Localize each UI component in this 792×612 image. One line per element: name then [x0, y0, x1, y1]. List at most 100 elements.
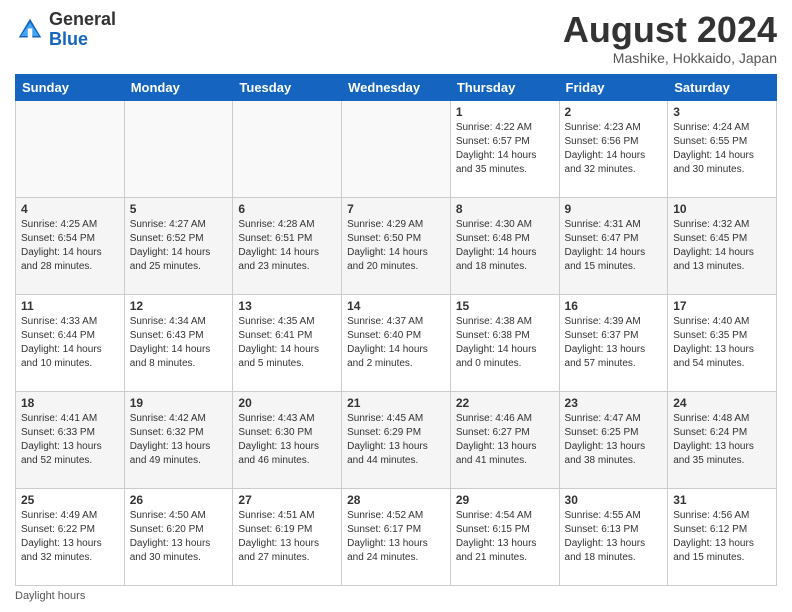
day-number: 12	[130, 299, 228, 313]
day-info: Sunrise: 4:25 AM Sunset: 6:54 PM Dayligh…	[21, 218, 119, 274]
day-number: 22	[456, 396, 554, 410]
day-number: 8	[456, 202, 554, 216]
calendar-week-row: 11 Sunrise: 4:33 AM Sunset: 6:44 PM Dayli…	[16, 294, 777, 391]
calendar-cell: 1Sunrise: 4:22 AM Sunset: 6:57 PM Daylig…	[450, 100, 559, 197]
logo: General Blue	[15, 10, 116, 50]
day-info: Sunrise: 4:27 AM Sunset: 6:52 PM Dayligh…	[130, 218, 228, 274]
day-header-thursday: Thursday	[450, 74, 559, 100]
calendar-cell: 24 Sunrise: 4:48 AM Sunset: 6:24 PM Dayli…	[668, 391, 777, 488]
day-number: 29	[456, 493, 554, 507]
day-info: Sunrise: 4:34 AM Sunset: 6:43 PM Dayligh…	[130, 315, 228, 371]
day-info: Sunrise: 4:39 AM Sunset: 6:37 PM Dayligh…	[565, 315, 663, 371]
calendar-cell: 31Sunrise: 4:56 AM Sunset: 6:12 PM Dayli…	[668, 488, 777, 585]
month-title: August 2024	[563, 10, 777, 50]
day-number: 24	[673, 396, 771, 410]
calendar-cell: 5Sunrise: 4:27 AM Sunset: 6:52 PM Daylig…	[124, 197, 233, 294]
day-info: Sunrise: 4:28 AM Sunset: 6:51 PM Dayligh…	[238, 218, 336, 274]
day-number: 18	[21, 396, 119, 410]
day-info: Sunrise: 4:56 AM Sunset: 6:12 PM Dayligh…	[673, 509, 771, 565]
day-info: Sunrise: 4:33 AM Sunset: 6:44 PM Dayligh…	[21, 315, 119, 371]
calendar-cell: 8 Sunrise: 4:30 AM Sunset: 6:48 PM Daylig…	[450, 197, 559, 294]
day-header-wednesday: Wednesday	[342, 74, 451, 100]
day-info: Sunrise: 4:31 AM Sunset: 6:47 PM Dayligh…	[565, 218, 663, 274]
day-number: 4	[21, 202, 119, 216]
calendar-cell: 3 Sunrise: 4:24 AM Sunset: 6:55 PM Daylig…	[668, 100, 777, 197]
header: General Blue August 2024 Mashike, Hokkai…	[15, 10, 777, 66]
calendar-cell: 12 Sunrise: 4:34 AM Sunset: 6:43 PM Dayli…	[124, 294, 233, 391]
day-info: Sunrise: 4:43 AM Sunset: 6:30 PM Dayligh…	[238, 412, 336, 468]
calendar-cell: 22 Sunrise: 4:46 AM Sunset: 6:27 PM Dayli…	[450, 391, 559, 488]
calendar-cell: 15Sunrise: 4:38 AM Sunset: 6:38 PM Dayli…	[450, 294, 559, 391]
calendar-cell: 23Sunrise: 4:47 AM Sunset: 6:25 PM Dayli…	[559, 391, 668, 488]
day-info: Sunrise: 4:46 AM Sunset: 6:27 PM Dayligh…	[456, 412, 554, 468]
calendar-cell	[342, 100, 451, 197]
calendar-cell	[16, 100, 125, 197]
day-info: Sunrise: 4:52 AM Sunset: 6:17 PM Dayligh…	[347, 509, 445, 565]
calendar-header-row: SundayMondayTuesdayWednesdayThursdayFrid…	[16, 74, 777, 100]
calendar-cell: 19 Sunrise: 4:42 AM Sunset: 6:32 PM Dayli…	[124, 391, 233, 488]
day-number: 11	[21, 299, 119, 313]
calendar-cell: 29Sunrise: 4:54 AM Sunset: 6:15 PM Dayli…	[450, 488, 559, 585]
day-info: Sunrise: 4:30 AM Sunset: 6:48 PM Dayligh…	[456, 218, 554, 274]
day-number: 7	[347, 202, 445, 216]
day-info: Sunrise: 4:50 AM Sunset: 6:20 PM Dayligh…	[130, 509, 228, 565]
calendar-cell: 18 Sunrise: 4:41 AM Sunset: 6:33 PM Dayli…	[16, 391, 125, 488]
day-number: 20	[238, 396, 336, 410]
day-info: Sunrise: 4:24 AM Sunset: 6:55 PM Dayligh…	[673, 121, 771, 177]
day-info: Sunrise: 4:47 AM Sunset: 6:25 PM Dayligh…	[565, 412, 663, 468]
page: General Blue August 2024 Mashike, Hokkai…	[0, 0, 792, 612]
day-number: 14	[347, 299, 445, 313]
calendar-week-row: 25 Sunrise: 4:49 AM Sunset: 6:22 PM Dayli…	[16, 488, 777, 585]
calendar-cell: 20 Sunrise: 4:43 AM Sunset: 6:30 PM Dayli…	[233, 391, 342, 488]
calendar-week-row: 18 Sunrise: 4:41 AM Sunset: 6:33 PM Dayli…	[16, 391, 777, 488]
day-header-tuesday: Tuesday	[233, 74, 342, 100]
day-number: 25	[21, 493, 119, 507]
logo-icon	[15, 15, 45, 45]
day-info: Sunrise: 4:32 AM Sunset: 6:45 PM Dayligh…	[673, 218, 771, 274]
day-info: Sunrise: 4:41 AM Sunset: 6:33 PM Dayligh…	[21, 412, 119, 468]
calendar-cell: 7 Sunrise: 4:29 AM Sunset: 6:50 PM Daylig…	[342, 197, 451, 294]
logo-blue: Blue	[49, 29, 88, 49]
calendar-cell: 27Sunrise: 4:51 AM Sunset: 6:19 PM Dayli…	[233, 488, 342, 585]
day-number: 26	[130, 493, 228, 507]
calendar-cell: 9Sunrise: 4:31 AM Sunset: 6:47 PM Daylig…	[559, 197, 668, 294]
day-info: Sunrise: 4:37 AM Sunset: 6:40 PM Dayligh…	[347, 315, 445, 371]
day-header-saturday: Saturday	[668, 74, 777, 100]
day-info: Sunrise: 4:35 AM Sunset: 6:41 PM Dayligh…	[238, 315, 336, 371]
day-number: 3	[673, 105, 771, 119]
location: Mashike, Hokkaido, Japan	[563, 50, 777, 66]
calendar-cell: 28 Sunrise: 4:52 AM Sunset: 6:17 PM Dayli…	[342, 488, 451, 585]
day-info: Sunrise: 4:29 AM Sunset: 6:50 PM Dayligh…	[347, 218, 445, 274]
calendar-cell: 30Sunrise: 4:55 AM Sunset: 6:13 PM Dayli…	[559, 488, 668, 585]
day-number: 21	[347, 396, 445, 410]
day-info: Sunrise: 4:23 AM Sunset: 6:56 PM Dayligh…	[565, 121, 663, 177]
day-number: 16	[565, 299, 663, 313]
title-block: August 2024 Mashike, Hokkaido, Japan	[563, 10, 777, 66]
day-number: 6	[238, 202, 336, 216]
calendar-cell: 4 Sunrise: 4:25 AM Sunset: 6:54 PM Daylig…	[16, 197, 125, 294]
day-number: 19	[130, 396, 228, 410]
logo-text: General Blue	[49, 10, 116, 50]
day-info: Sunrise: 4:49 AM Sunset: 6:22 PM Dayligh…	[21, 509, 119, 565]
day-info: Sunrise: 4:22 AM Sunset: 6:57 PM Dayligh…	[456, 121, 554, 177]
calendar-cell: 16 Sunrise: 4:39 AM Sunset: 6:37 PM Dayli…	[559, 294, 668, 391]
day-header-friday: Friday	[559, 74, 668, 100]
calendar-cell: 25 Sunrise: 4:49 AM Sunset: 6:22 PM Dayli…	[16, 488, 125, 585]
day-number: 17	[673, 299, 771, 313]
calendar-cell: 10Sunrise: 4:32 AM Sunset: 6:45 PM Dayli…	[668, 197, 777, 294]
calendar-cell: 11 Sunrise: 4:33 AM Sunset: 6:44 PM Dayli…	[16, 294, 125, 391]
calendar-cell: 6 Sunrise: 4:28 AM Sunset: 6:51 PM Daylig…	[233, 197, 342, 294]
day-info: Sunrise: 4:40 AM Sunset: 6:35 PM Dayligh…	[673, 315, 771, 371]
day-number: 13	[238, 299, 336, 313]
calendar-week-row: 4 Sunrise: 4:25 AM Sunset: 6:54 PM Daylig…	[16, 197, 777, 294]
logo-general: General	[49, 9, 116, 29]
day-info: Sunrise: 4:45 AM Sunset: 6:29 PM Dayligh…	[347, 412, 445, 468]
calendar-cell: 21 Sunrise: 4:45 AM Sunset: 6:29 PM Dayli…	[342, 391, 451, 488]
day-header-monday: Monday	[124, 74, 233, 100]
day-info: Sunrise: 4:42 AM Sunset: 6:32 PM Dayligh…	[130, 412, 228, 468]
day-info: Sunrise: 4:48 AM Sunset: 6:24 PM Dayligh…	[673, 412, 771, 468]
footer-note: Daylight hours	[15, 590, 777, 602]
day-number: 28	[347, 493, 445, 507]
day-number: 2	[565, 105, 663, 119]
calendar-cell	[233, 100, 342, 197]
